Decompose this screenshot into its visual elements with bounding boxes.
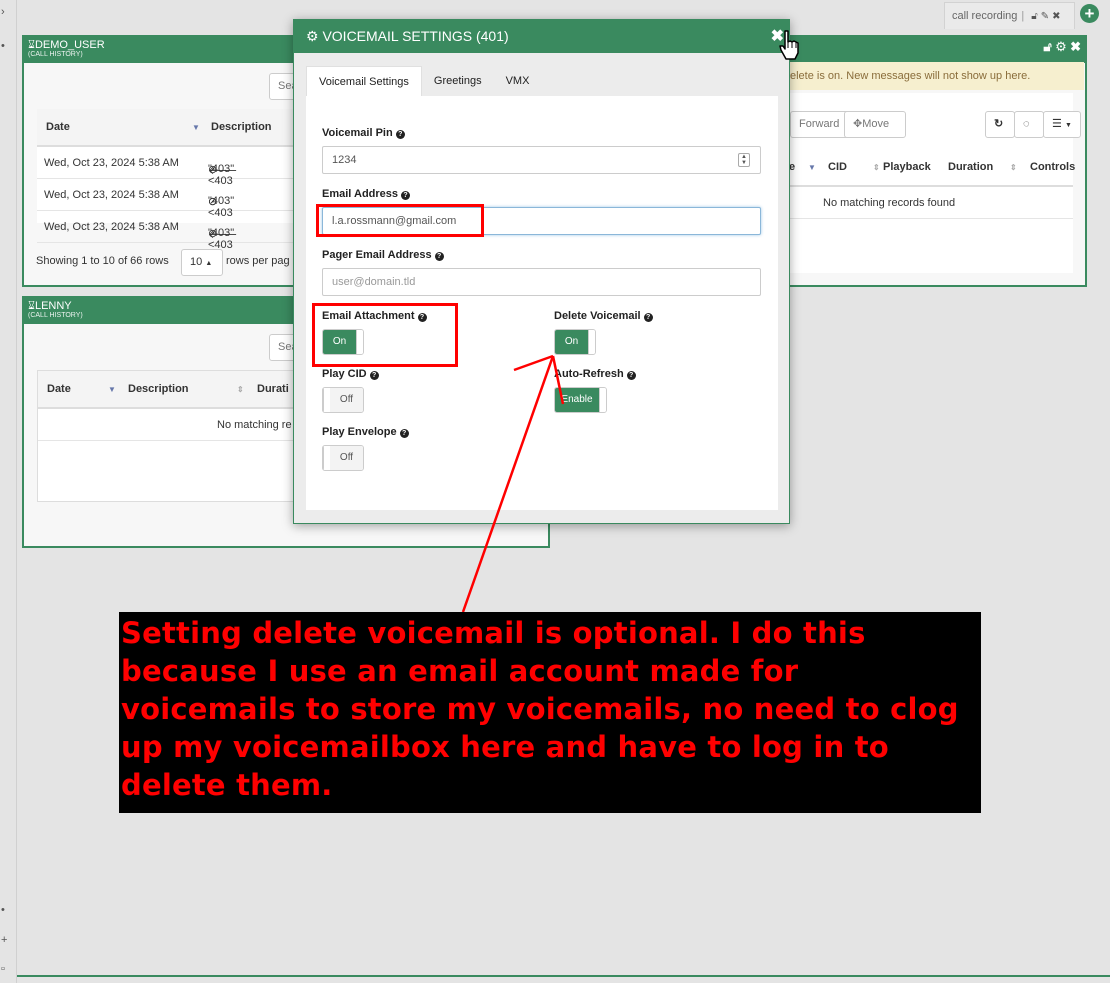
delete-voicemail-toggle[interactable]: On xyxy=(554,329,596,355)
rail-star-icon: + xyxy=(1,934,8,946)
empty-row: No matching re xyxy=(38,409,296,441)
gear-icon[interactable]: ⚙ xyxy=(1055,39,1067,54)
lock-icon[interactable]: 🔓︎ xyxy=(1031,11,1037,22)
hourglass-icon: ⌛︎ xyxy=(28,300,35,312)
column-date[interactable]: Date xyxy=(46,121,70,133)
auto-refresh-toggle[interactable]: Enable xyxy=(554,387,607,413)
tab-voicemail-settings[interactable]: Voicemail Settings xyxy=(306,66,422,96)
autorefresh-label: Auto-Refresh? xyxy=(554,368,636,380)
list-icon: ☰ xyxy=(1052,118,1062,130)
rail-dot-icon: • xyxy=(1,904,5,916)
delete-notice: elete is on. New messages will not show … xyxy=(788,62,1084,90)
help-icon: ? xyxy=(434,252,444,261)
table-header: Date ▼ Description xyxy=(37,109,297,147)
play-cid-toggle[interactable]: Off xyxy=(322,387,364,413)
call-table: Date ▼ Description Wed, Oct 23, 2024 5:3… xyxy=(37,109,297,251)
sort-icon[interactable]: ▼ xyxy=(808,163,816,172)
column-duration[interactable]: Durati xyxy=(257,383,289,395)
add-panel-button[interactable]: + xyxy=(1080,4,1099,23)
sort-icon[interactable]: ⇕ xyxy=(873,163,880,172)
sort-icon[interactable]: ⇕ xyxy=(1010,163,1017,172)
sort-icon[interactable]: ▼ xyxy=(108,385,116,394)
help-icon: ? xyxy=(401,191,411,200)
table-row[interactable]: Wed, Oct 23, 2024 5:38 AM ⊘ 🡐 "403" <403 xyxy=(37,211,297,251)
sort-icon[interactable]: ⇕ xyxy=(237,385,244,394)
column-date[interactable]: Date xyxy=(47,383,71,395)
modal-header: ⚙ VOICEMAIL SETTINGS (401) ✖ xyxy=(294,20,789,53)
pager-label: Pager Email Address? xyxy=(322,249,444,261)
refresh-button[interactable]: ↻ xyxy=(985,111,1015,138)
annotation-caption: Setting delete voicemail is optional. I … xyxy=(119,612,981,813)
help-icon: ? xyxy=(643,313,653,322)
tab-vmx[interactable]: VMX xyxy=(494,66,542,96)
highlight-email-box xyxy=(316,204,484,237)
table-header: e ▼ CID ⇕ Playback Duration ⇕ Controls xyxy=(789,149,1075,187)
help-icon: ? xyxy=(626,371,636,380)
modal-tabs: Voicemail Settings Greetings VMX xyxy=(306,66,541,96)
tab-call-recording[interactable]: call recording | 🔓︎ ✎ ✖ xyxy=(944,2,1075,29)
rail-box-icon: ▫ xyxy=(1,963,5,975)
column-duration[interactable]: Duration xyxy=(948,161,993,173)
help-icon: ? xyxy=(369,371,379,380)
column-cid[interactable]: CID xyxy=(828,161,847,173)
pencil-icon[interactable]: ✎ xyxy=(1041,11,1049,22)
toggle-icon: ◌ xyxy=(1023,118,1030,130)
envelope-label: Play Envelope? xyxy=(322,426,409,438)
column-playback[interactable]: Playback xyxy=(883,161,931,173)
column-description[interactable]: Description xyxy=(211,121,272,133)
highlight-attachment-box xyxy=(312,303,458,367)
move-icon: ✥ xyxy=(853,118,863,130)
chevron-right-icon[interactable]: › xyxy=(1,6,5,18)
rail-dot-icon: • xyxy=(1,40,5,52)
call-table: Date ▼ Description ⇕ Durati No matching … xyxy=(37,370,297,502)
left-rail: › • • + ▫ xyxy=(0,0,17,983)
bottom-divider xyxy=(17,975,1110,977)
panel-title: LENNY xyxy=(34,300,72,312)
caret-up-icon: ▲ xyxy=(205,260,213,267)
panel-title: DEMO_USER xyxy=(34,39,105,51)
column-controls[interactable]: Controls xyxy=(1030,161,1075,173)
table-row[interactable]: Wed, Oct 23, 2024 5:38 AM ⊘ 🡐 "403" <403 xyxy=(37,147,297,187)
page-size-select[interactable]: 10 ▲ xyxy=(181,249,223,276)
columns-button[interactable]: ☰ ▼ xyxy=(1043,111,1081,138)
playcid-label: Play CID? xyxy=(322,368,379,380)
column-description[interactable]: Description xyxy=(128,383,189,395)
toggle-button[interactable]: ◌ xyxy=(1014,111,1044,138)
table-row[interactable]: Wed, Oct 23, 2024 5:38 AM ⊘ ⊙ "403" <403 xyxy=(37,179,297,219)
close-icon[interactable]: ✖ xyxy=(1070,39,1081,54)
sort-icon[interactable]: ▼ xyxy=(192,123,200,132)
caret-down-icon: ▼ xyxy=(1064,122,1072,129)
tab-label: call recording xyxy=(952,10,1018,22)
spinner-icon[interactable]: ▲ ▼ xyxy=(738,153,750,167)
pin-input[interactable]: 1234 ▲ ▼ xyxy=(322,146,761,174)
play-envelope-toggle[interactable]: Off xyxy=(322,445,364,471)
modal-title: VOICEMAIL SETTINGS (401) xyxy=(322,28,509,44)
hourglass-icon: ⌛︎ xyxy=(28,39,35,51)
hand-cursor-icon xyxy=(779,30,799,60)
table-header: Date ▼ Description ⇕ Durati xyxy=(38,371,296,409)
forward-button[interactable]: Forward xyxy=(790,111,850,138)
empty-row: No matching records found xyxy=(789,187,1073,219)
help-icon: ? xyxy=(395,130,405,139)
refresh-icon: ↻ xyxy=(994,118,1004,130)
pagination-info: Showing 1 to 10 of 66 rows xyxy=(36,255,169,267)
pager-input[interactable]: user@domain.tld xyxy=(322,268,761,296)
move-button[interactable]: ✥Move xyxy=(844,111,906,138)
voicemail-settings-modal: ⚙ VOICEMAIL SETTINGS (401) ✖ Voicemail S… xyxy=(293,19,790,524)
close-icon[interactable]: ✖ xyxy=(1052,11,1060,22)
rows-per-page-label: rows per pag xyxy=(226,255,290,267)
lock-icon[interactable]: 🔓︎ xyxy=(1043,39,1051,54)
help-icon: ? xyxy=(399,429,409,438)
tab-greetings[interactable]: Greetings xyxy=(422,66,494,96)
pin-label: Voicemail Pin? xyxy=(322,127,405,139)
gear-icon: ⚙ xyxy=(306,28,319,44)
email-label: Email Address? xyxy=(322,188,411,200)
delete-label: Delete Voicemail? xyxy=(554,310,653,322)
